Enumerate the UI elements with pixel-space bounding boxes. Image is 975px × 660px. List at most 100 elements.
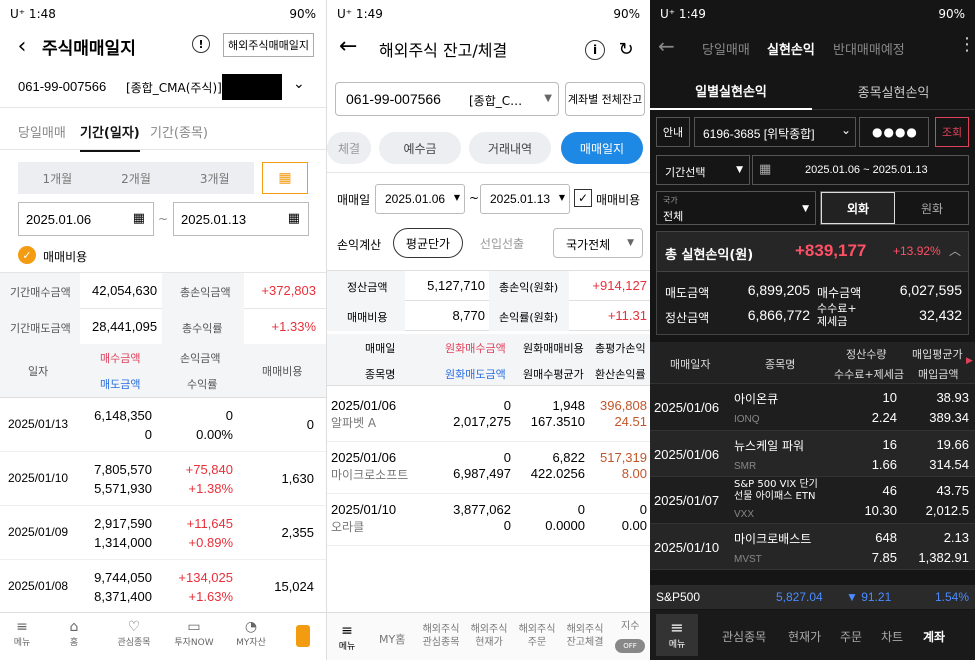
table-row[interactable]: 2025/01/06 마이크로소프트 0 6,987,497 6,822 422… bbox=[327, 442, 650, 494]
fee-checkbox[interactable]: ✓ bbox=[574, 189, 592, 207]
nav-invest-now[interactable]: ▭ 투자NOW bbox=[166, 619, 222, 648]
more-vertical-icon[interactable]: ⋮ bbox=[958, 34, 975, 55]
col-rate: 수익률 bbox=[187, 378, 218, 391]
table-row[interactable]: 2025/01/09 2,917,590 1,314,000 +11,645 +… bbox=[0, 506, 326, 560]
tab-reverse[interactable]: 반대매매예정 bbox=[833, 39, 905, 58]
nav-home[interactable]: ⌂ 홈 bbox=[52, 619, 96, 648]
nav-overseas-balance[interactable]: 해외주식 잔고체결 bbox=[563, 623, 607, 649]
date-to-field[interactable]: 2025.01.13 ▦ bbox=[173, 202, 309, 236]
table-row[interactable]: 2025/01/08 9,744,050 8,371,400 +134,025 … bbox=[0, 560, 326, 614]
password-field[interactable]: ●●●● bbox=[859, 117, 929, 147]
dropdown-arrow-icon: ▼ bbox=[802, 204, 809, 214]
tab-journal[interactable]: 매매일지 bbox=[561, 132, 643, 164]
tab-item-realized[interactable]: 종목실현손익 bbox=[812, 72, 975, 110]
row-date: 2025/01/13 bbox=[8, 417, 69, 431]
row-fee: 10.30 bbox=[864, 503, 897, 518]
table-row[interactable]: 2025/01/10 7,805,570 5,571,930 +75,840 +… bbox=[0, 452, 326, 506]
tab-history[interactable]: 거래내역 bbox=[469, 132, 551, 164]
info-icon[interactable]: i bbox=[585, 40, 605, 60]
date-range-field[interactable]: ▦ 2025.01.06 ~ 2025.01.13 bbox=[752, 155, 969, 185]
account-selector[interactable]: 061-99-007566 [종합_C… ▼ bbox=[335, 82, 559, 116]
info-icon[interactable]: ! bbox=[192, 35, 210, 53]
table-header: 일자 매수금액 매도금액 손익금액 수익률 매매비용 bbox=[0, 344, 326, 398]
table-row[interactable]: 2025/01/06 뉴스케일 파워 SMR 16 1.66 19.66 314… bbox=[650, 431, 975, 477]
caret-right-icon[interactable]: ▶ bbox=[966, 356, 973, 366]
tab-period-item[interactable]: 기간(종목) bbox=[150, 122, 208, 141]
table-row[interactable]: 2025/01/13 6,148,350 0 0 0.00% 0 bbox=[0, 398, 326, 452]
row-code: IONQ bbox=[734, 414, 760, 425]
index-ticker[interactable]: S&P500 5,827.04 ▼ 91.21 1.54% bbox=[650, 585, 975, 609]
refresh-icon[interactable]: ↻ bbox=[615, 38, 637, 60]
date-from-field[interactable]: 2025.01.06 ▦ bbox=[18, 202, 154, 236]
currency-krw[interactable]: 원화 bbox=[895, 192, 969, 224]
nav-label: 메뉴 bbox=[13, 638, 31, 648]
row-qty: 10 bbox=[882, 390, 897, 405]
summary-table: 정산금액 5,127,710 총손익(원화) +914,127 매매비용 8,7… bbox=[327, 270, 650, 331]
account-selector[interactable]: 6196-3685 [위탁종합] ⌄ bbox=[694, 117, 856, 147]
trade-date-label: 매매일 bbox=[337, 193, 371, 207]
back-icon[interactable]: ‹ bbox=[10, 34, 34, 59]
row-fee: 1,630 bbox=[281, 471, 314, 486]
full-balance-button[interactable]: 계좌별 전체잔고 bbox=[565, 82, 645, 116]
app-shortcut-icon[interactable] bbox=[296, 625, 310, 647]
period-1m[interactable]: 1개월 bbox=[18, 162, 97, 194]
status-time: U⁺ 1:49 bbox=[660, 7, 706, 21]
overseas-journal-button[interactable]: 해외주식매매일지 bbox=[223, 33, 314, 57]
avg-price-option[interactable]: 평균단가 bbox=[393, 228, 463, 258]
date-to-field[interactable]: 2025.01.13 ▼ bbox=[480, 184, 570, 214]
fifo-option[interactable]: 선입선출 bbox=[467, 228, 537, 258]
nav-overseas-watchlist[interactable]: 해외주식 관심종목 bbox=[419, 623, 463, 649]
row-code: VXX bbox=[734, 509, 755, 520]
chevron-up-icon[interactable]: ︿ bbox=[949, 242, 961, 259]
row-name: 마이크로배스트 bbox=[734, 532, 812, 546]
country-select[interactable]: 국가전체 ▼ bbox=[553, 228, 643, 258]
nav-overseas-price[interactable]: 해외주식 현재가 bbox=[467, 623, 511, 649]
tab-today[interactable]: 당일매매 bbox=[702, 39, 750, 58]
nav-my-home[interactable]: MY홈 bbox=[379, 631, 405, 647]
period-2m[interactable]: 2개월 bbox=[97, 162, 176, 194]
tab-deposit[interactable]: 예수금 bbox=[379, 132, 461, 164]
table-row[interactable]: 2025/01/06 알파벳 A 0 2,017,275 1,948 167.3… bbox=[327, 390, 650, 442]
table-row[interactable]: 2025/01/10 오라클 3,877,062 0 0 0.0000 0 0.… bbox=[327, 494, 650, 546]
currency-foreign[interactable]: 외화 bbox=[821, 192, 895, 224]
period-3m[interactable]: 3개월 bbox=[175, 162, 254, 194]
nav-my-assets[interactable]: ◔ MY자산 bbox=[226, 619, 276, 648]
nav-menu[interactable]: ≡ 메뉴 bbox=[0, 619, 44, 648]
nav-watchlist[interactable]: 관심종목 bbox=[722, 628, 766, 645]
nav-chart[interactable]: 차트 bbox=[881, 628, 903, 645]
search-button[interactable]: 조회 bbox=[935, 117, 969, 147]
date-from-field[interactable]: 2025.01.06 ▼ bbox=[375, 184, 465, 214]
summary-label: 수수료+ 제세금 bbox=[817, 302, 857, 328]
tab-realized[interactable]: 실현손익 bbox=[767, 39, 815, 58]
row-name: 오라클 bbox=[331, 520, 365, 534]
back-arrow-icon[interactable]: ← bbox=[339, 34, 357, 59]
nav-account[interactable]: 계좌 bbox=[923, 628, 945, 645]
nav-order[interactable]: 주문 bbox=[840, 628, 862, 645]
row-pl: +75,840 bbox=[185, 462, 233, 477]
tab-daily-realized[interactable]: 일별실현손익 bbox=[650, 72, 812, 110]
nav-menu[interactable]: ≡ 메뉴 bbox=[333, 623, 361, 652]
nav-watchlist[interactable]: ♡ 관심종목 bbox=[106, 619, 162, 648]
guide-button[interactable]: 안내 bbox=[656, 117, 690, 147]
nav-price[interactable]: 현재가 bbox=[788, 628, 821, 645]
table-row[interactable]: 2025/01/07 S&P 500 VIX 단기 선물 아이패스 ETN VX… bbox=[650, 477, 975, 524]
index-toggle[interactable]: OFF bbox=[615, 639, 645, 653]
account-selector[interactable]: 061-99-007566 [종합_CMA(주식)] ⌄ bbox=[0, 68, 326, 108]
tab-period-date[interactable]: 기간(일자) bbox=[80, 122, 140, 152]
chevron-down-icon[interactable]: ⌄ bbox=[293, 76, 305, 92]
row-date: 2025/01/10 bbox=[8, 471, 69, 485]
back-arrow-icon[interactable]: ← bbox=[658, 34, 675, 58]
stock-trading-journal-panel: U⁺ 1:48 90% ‹ 주식매매일지 ! 해외주식매매일지 061-99-0… bbox=[0, 0, 326, 660]
fee-checkbox[interactable]: ✓ bbox=[18, 246, 36, 264]
period-select[interactable]: 기간선택 ▼ bbox=[656, 155, 750, 185]
table-row[interactable]: 2025/01/10 마이크로배스트 MVST 648 7.85 2.13 1,… bbox=[650, 524, 975, 570]
summary-value: +372,803 bbox=[261, 283, 316, 298]
calendar-toggle-icon[interactable]: ▦ bbox=[262, 162, 308, 194]
tab-today[interactable]: 당일매매 bbox=[18, 122, 66, 141]
country-select[interactable]: 국가 전체 ▼ bbox=[656, 191, 816, 225]
table-row[interactable]: 2025/01/06 아이온큐 IONQ 10 2.24 38.93 389.3… bbox=[650, 384, 975, 431]
row-pl: 517,319 bbox=[600, 450, 647, 465]
nav-overseas-order[interactable]: 해외주식 주문 bbox=[515, 623, 559, 649]
tab-executed[interactable]: 체결 bbox=[327, 132, 371, 164]
nav-menu[interactable]: ≡ 메뉴 bbox=[656, 614, 698, 656]
